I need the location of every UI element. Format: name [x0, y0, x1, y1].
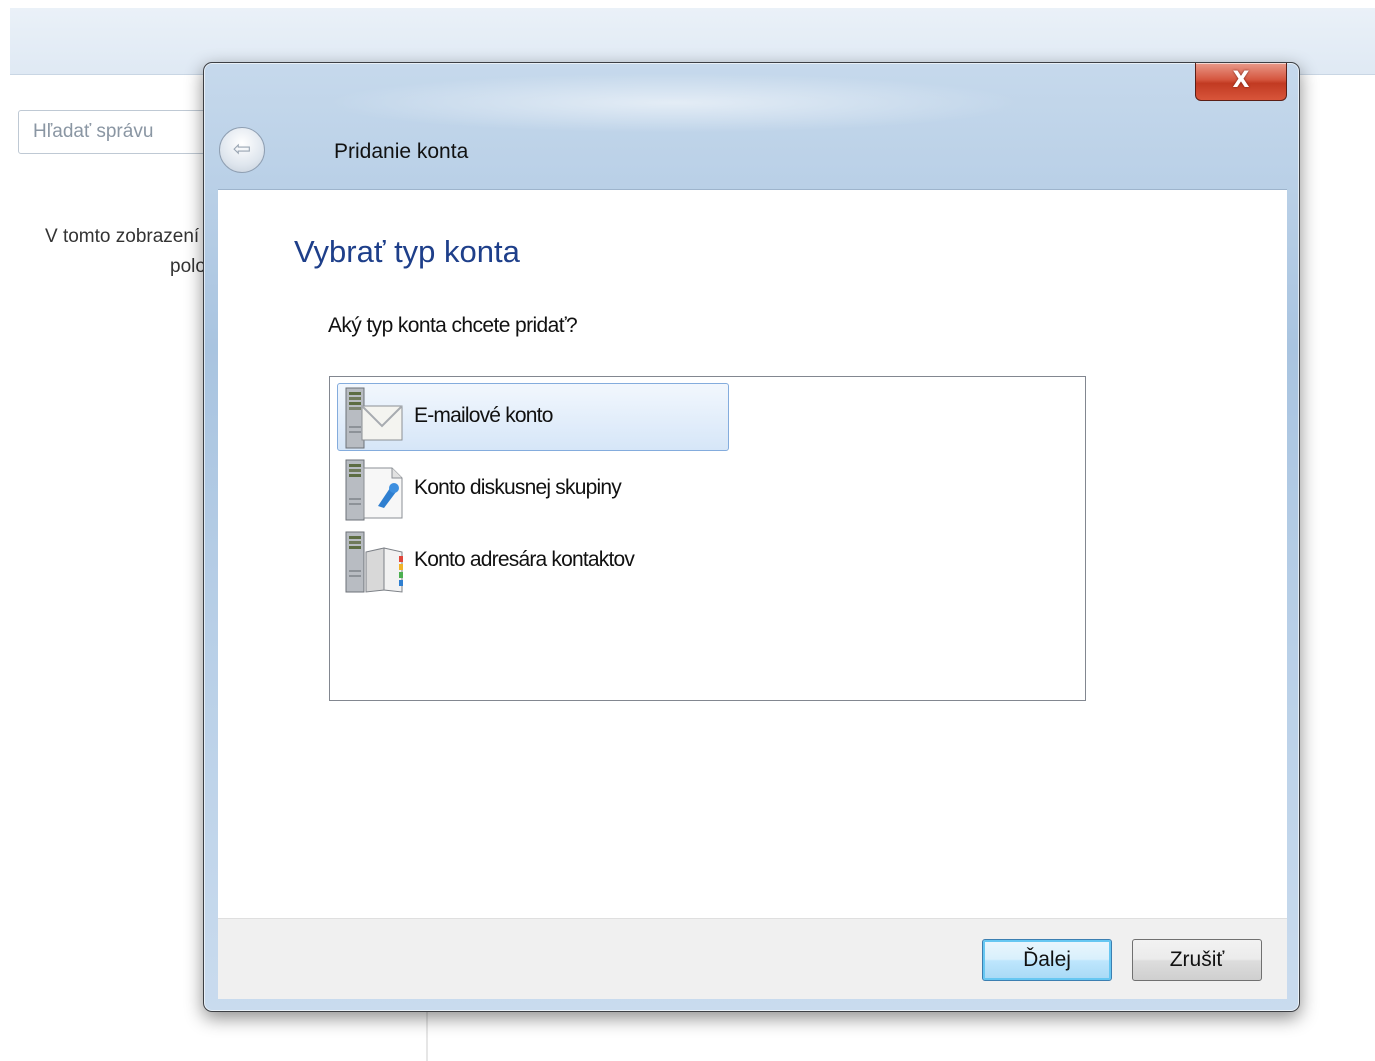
account-type-list[interactable]: E-mailové konto Konto diskusnej skupiny	[329, 376, 1086, 701]
empty-view-message-line1: V tomto zobrazení	[45, 226, 200, 247]
titlebar-glass	[324, 73, 1024, 133]
close-icon: X	[1232, 68, 1250, 93]
list-item-label: Konto adresára kontaktov	[414, 548, 635, 571]
dialog-footer: Ďalej Zrušiť	[218, 918, 1287, 999]
page-heading: Vybrať typ konta	[294, 234, 520, 269]
empty-view-message-line2: položky	[170, 256, 205, 277]
cancel-button[interactable]: Zrušiť	[1132, 939, 1262, 981]
list-item-newsgroup-account[interactable]: Konto diskusnej skupiny	[337, 455, 729, 523]
back-arrow-icon: ⇦	[232, 137, 252, 162]
account-type-question: Aký typ konta chcete pridať?	[328, 314, 578, 337]
list-item-email-account[interactable]: E-mailové konto	[337, 383, 729, 451]
next-button[interactable]: Ďalej	[982, 939, 1112, 981]
email-server-icon	[345, 387, 403, 449]
back-button[interactable]: ⇦	[219, 127, 265, 173]
add-account-dialog: X ⇦ Pridanie konta Vybrať typ konta Aký …	[203, 62, 1300, 1012]
dialog-title: Pridanie konta	[334, 140, 469, 163]
empty-view-message: V tomto zobrazení položky	[45, 222, 205, 282]
newsgroup-server-icon	[345, 459, 403, 521]
list-item-label: E-mailové konto	[414, 404, 553, 427]
search-input[interactable]: Hľadať správu	[18, 110, 208, 154]
list-item-label: Konto diskusnej skupiny	[414, 476, 622, 499]
dialog-content: Vybrať typ konta Aký typ konta chcete pr…	[218, 189, 1287, 919]
list-item-directory-account[interactable]: Konto adresára kontaktov	[337, 527, 729, 595]
pane-divider	[426, 1010, 428, 1061]
close-button[interactable]: X	[1195, 63, 1287, 101]
directory-server-icon	[345, 531, 403, 593]
